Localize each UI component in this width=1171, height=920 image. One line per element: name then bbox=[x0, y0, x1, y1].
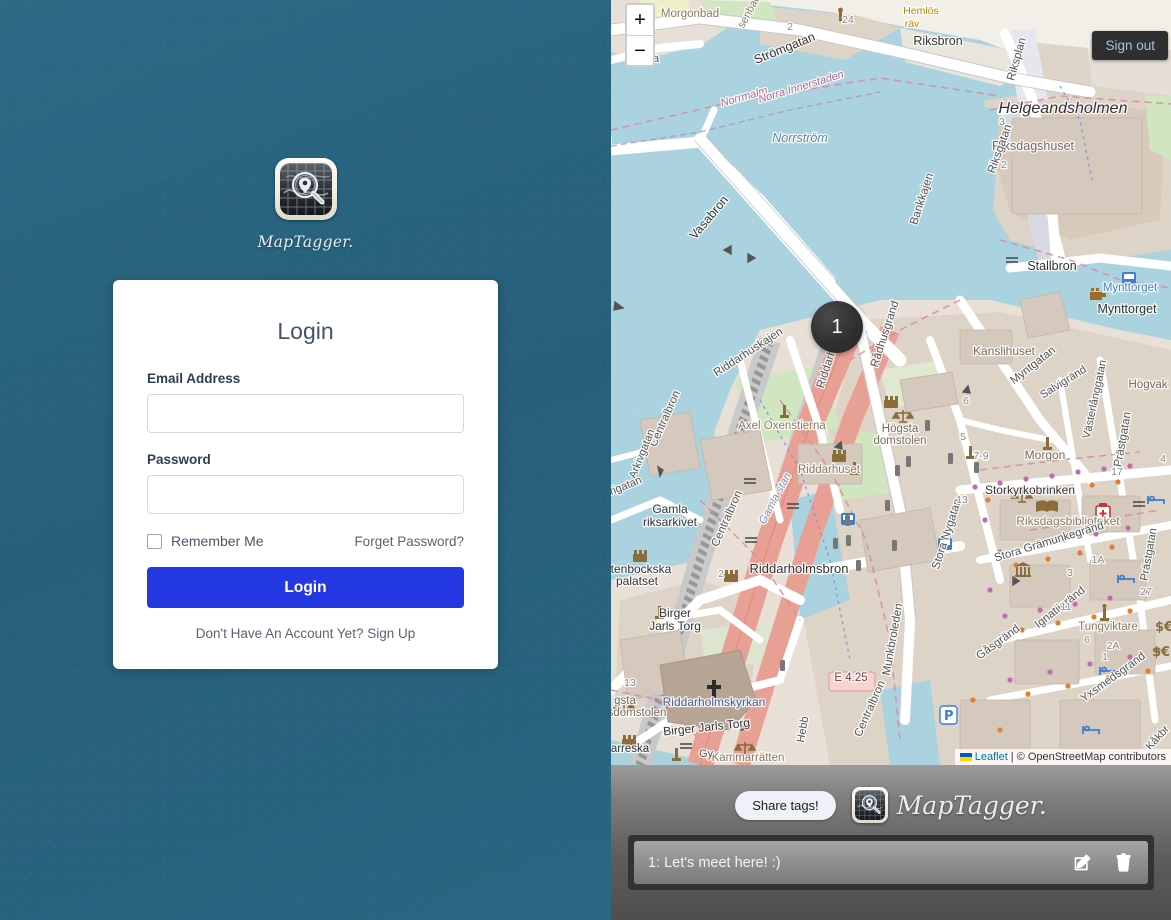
forget-password-link[interactable]: Forget Password? bbox=[354, 534, 464, 549]
email-field[interactable] bbox=[147, 394, 464, 433]
sign-out-button[interactable]: Sign out bbox=[1092, 31, 1168, 60]
email-label: Email Address bbox=[147, 371, 241, 386]
zoom-in-button[interactable]: + bbox=[627, 5, 653, 35]
tag-panel: Share tags! MapTagger. 1: Let's meet her… bbox=[611, 765, 1171, 920]
brand-block: MapTagger. bbox=[0, 158, 611, 251]
ukraine-flag-icon bbox=[959, 753, 972, 761]
svg-text:$€: $€ bbox=[1152, 645, 1170, 660]
map-view[interactable]: $€ $€ P Morgonbad senbad 2 24 Hemlös räv… bbox=[611, 0, 1171, 765]
app-root: MapTagger. Login Email Address Password … bbox=[0, 0, 1171, 920]
map-tiles: $€ $€ P bbox=[611, 0, 1171, 765]
svg-text:$€: $€ bbox=[1155, 620, 1171, 635]
tag-actions bbox=[1072, 852, 1134, 873]
zoom-out-button[interactable]: − bbox=[627, 35, 653, 65]
tag-panel-header: Share tags! MapTagger. bbox=[611, 765, 1171, 827]
share-tags-button[interactable]: Share tags! bbox=[735, 790, 836, 820]
tag-panel-brand: MapTagger. bbox=[851, 787, 1047, 823]
login-options-row: Remember Me Forget Password? bbox=[147, 533, 464, 549]
attribution-separator: | bbox=[1010, 751, 1014, 763]
map-attribution: Leaflet | © OpenStreetMap contributors bbox=[954, 749, 1171, 765]
maptagger-app-icon bbox=[851, 787, 888, 823]
page-title: Login bbox=[277, 318, 334, 344]
remember-me-label: Remember Me bbox=[171, 533, 264, 549]
remember-me-checkbox[interactable] bbox=[147, 533, 162, 549]
login-card: Login Email Address Password Remember Me… bbox=[113, 280, 498, 669]
email-field-block: Email Address bbox=[147, 371, 464, 433]
svg-text:P: P bbox=[944, 709, 954, 724]
edit-icon[interactable] bbox=[1072, 852, 1093, 873]
tag-list-item[interactable]: 1: Let's meet here! :) bbox=[634, 841, 1148, 884]
remember-me-toggle[interactable]: Remember Me bbox=[147, 533, 264, 549]
password-label: Password bbox=[147, 452, 211, 467]
login-button[interactable]: Login bbox=[147, 567, 464, 608]
osm-attribution: © OpenStreetMap contributors bbox=[1016, 751, 1166, 763]
zoom-controls[interactable]: + − bbox=[625, 3, 655, 67]
right-pane: $€ $€ P Morgonbad senbad 2 24 Hemlös räv… bbox=[611, 0, 1171, 920]
password-field-block: Password bbox=[147, 452, 464, 514]
brand-name: MapTagger. bbox=[257, 233, 354, 251]
trash-icon[interactable] bbox=[1113, 852, 1134, 873]
tag-text: 1: Let's meet here! :) bbox=[648, 854, 781, 871]
brand-name: MapTagger. bbox=[896, 790, 1047, 820]
maptagger-app-icon bbox=[274, 158, 337, 220]
leaflet-link[interactable]: Leaflet bbox=[975, 751, 1008, 763]
signup-link[interactable]: Don't Have An Account Yet? Sign Up bbox=[196, 626, 415, 641]
password-field[interactable] bbox=[147, 475, 464, 514]
auth-pane: MapTagger. Login Email Address Password … bbox=[0, 0, 611, 920]
map-marker-1[interactable]: 1 bbox=[811, 301, 863, 353]
signup-row: Don't Have An Account Yet? Sign Up bbox=[147, 625, 464, 643]
tag-list: 1: Let's meet here! :) bbox=[628, 835, 1154, 890]
